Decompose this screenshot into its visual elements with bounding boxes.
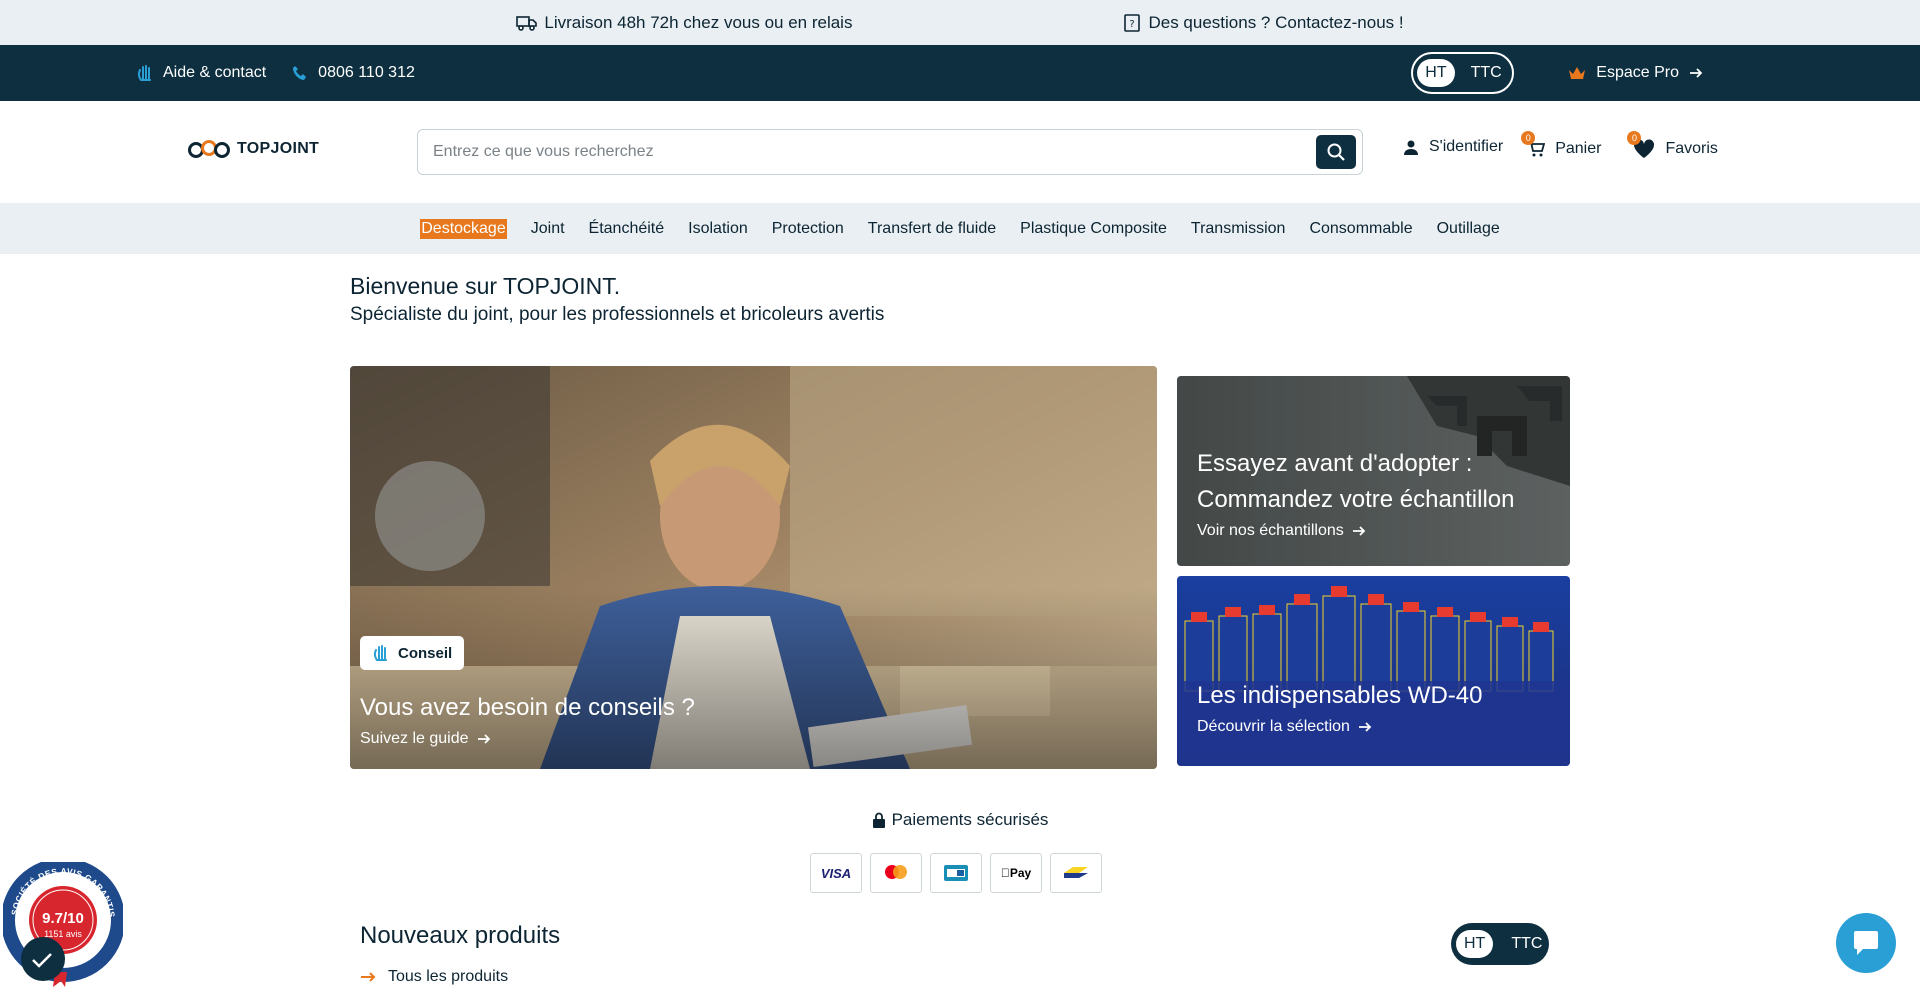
hero-main-link-label: Suivez le guide bbox=[360, 730, 469, 747]
bancontact-icon: bancontact bbox=[1050, 853, 1102, 893]
phone-number: 0806 110 312 bbox=[318, 64, 415, 81]
welcome-subtitle: Spécialiste du joint, pour les professio… bbox=[350, 304, 885, 325]
lock-icon bbox=[872, 812, 885, 828]
tax-ht-option[interactable]: HT bbox=[1417, 59, 1455, 87]
payment-cards: VISA mastercard CB Pay bancontact bbox=[810, 853, 1102, 893]
search-icon bbox=[1327, 143, 1345, 161]
favorites-label: Favoris bbox=[1665, 140, 1718, 157]
main-header: TOPJOINT S'identifier 0 Panier 0 Favoris bbox=[0, 101, 1920, 203]
user-icon bbox=[1404, 140, 1418, 155]
arrow-right-icon bbox=[1690, 68, 1703, 78]
arrow-right-icon bbox=[477, 734, 490, 744]
login-link[interactable]: S'identifier bbox=[1403, 135, 1503, 159]
tax-ttc-option[interactable]: TTC bbox=[1463, 59, 1510, 87]
welcome-section: Bienvenue sur TOPJOINT. Spécialiste du j… bbox=[350, 273, 884, 326]
tax-ttc-option-secondary[interactable]: TTC bbox=[1503, 930, 1550, 958]
logo-rings-icon bbox=[188, 140, 230, 158]
conseil-badge: Conseil bbox=[360, 636, 465, 670]
help-book-icon: ? bbox=[1124, 13, 1141, 32]
sample-promo-title-2: Commandez votre échantillon bbox=[1197, 486, 1515, 513]
arrow-right-icon bbox=[1352, 526, 1366, 536]
new-products-title: Nouveaux produits bbox=[360, 922, 561, 949]
search-input[interactable] bbox=[433, 143, 1316, 161]
tax-toggle-secondary[interactable]: HT TTC bbox=[1451, 923, 1549, 965]
hand-wave-icon bbox=[374, 645, 387, 661]
phone-link[interactable]: 0806 110 312 bbox=[292, 64, 415, 82]
welcome-title: Bienvenue sur TOPJOINT. bbox=[350, 273, 621, 299]
sample-promo-link-label: Voir nos échantillons bbox=[1197, 522, 1344, 539]
nav-item-transmission[interactable]: Transmission bbox=[1191, 220, 1286, 238]
wd40-promo-link[interactable]: Découvrir la sélection bbox=[1197, 718, 1482, 736]
search-bar bbox=[417, 129, 1363, 175]
wd40-promo-text: Les indispensables WD-40 Découvrir la sé… bbox=[1197, 678, 1482, 736]
nav-item-destockage[interactable]: Destockage bbox=[420, 218, 507, 239]
sample-promo-tile[interactable]: Essayez avant d'adopter : Commandez votr… bbox=[1177, 376, 1570, 566]
nav-item-isolation[interactable]: Isolation bbox=[688, 220, 748, 238]
visa-card-icon: VISA bbox=[810, 853, 862, 893]
hero-main-link[interactable]: Suivez le guide bbox=[360, 730, 695, 748]
seal-reviews: 1151 avis bbox=[44, 929, 82, 939]
svg-text:?: ? bbox=[1130, 19, 1135, 30]
questions-info[interactable]: ? Des questions ? Contactez-nous ! bbox=[1122, 12, 1404, 33]
reviews-seal-badge: 9.7/10 1151 avis SOCIÉTÉ DES AVIS GARANT… bbox=[1, 858, 125, 987]
secure-payments: Paiements sécurisés bbox=[0, 810, 1920, 833]
espace-pro-label: Espace Pro bbox=[1596, 64, 1679, 81]
chat-button[interactable] bbox=[1836, 913, 1896, 973]
nav-item-consommable[interactable]: Consommable bbox=[1309, 220, 1412, 238]
hero-main-text: Vous avez besoin de conseils ? Suivez le… bbox=[360, 690, 695, 748]
all-products-link[interactable]: Tous les produits bbox=[360, 968, 508, 986]
wd40-promo-tile[interactable]: Les indispensables WD-40 Découvrir la sé… bbox=[1177, 576, 1570, 766]
apple-pay-icon: Pay bbox=[990, 853, 1042, 893]
cb-card-icon: CB bbox=[930, 853, 982, 893]
help-contact-label: Aide & contact bbox=[163, 64, 267, 81]
reviews-seal[interactable]: 9.7/10 1151 avis SOCIÉTÉ DES AVIS GARANT… bbox=[1, 858, 125, 987]
tax-toggle[interactable]: HT TTC bbox=[1411, 52, 1515, 94]
login-label: S'identifier bbox=[1429, 138, 1504, 155]
crown-icon bbox=[1569, 67, 1586, 79]
hero-main-title: Vous avez besoin de conseils ? bbox=[360, 694, 695, 721]
delivery-info[interactable]: Livraison 48h 72h chez vous ou en relais bbox=[516, 13, 852, 33]
help-contact-link[interactable]: Aide & contact bbox=[137, 64, 266, 82]
all-products-label: Tous les produits bbox=[388, 968, 509, 985]
payments-title: Paiements sécurisés bbox=[891, 810, 1049, 829]
espace-pro-link[interactable]: Espace Pro bbox=[1568, 64, 1703, 82]
header-actions: S'identifier 0 Panier 0 Favoris bbox=[1403, 131, 1718, 159]
nav-item-etancheite[interactable]: Étanchéité bbox=[589, 220, 665, 238]
arrow-right-icon bbox=[1358, 722, 1372, 732]
site-logo[interactable]: TOPJOINT bbox=[187, 139, 319, 159]
chat-bubble-icon bbox=[1854, 931, 1878, 955]
cart-link[interactable]: 0 Panier bbox=[1521, 131, 1602, 159]
nav-item-outillage[interactable]: Outillage bbox=[1437, 220, 1500, 238]
hand-wave-icon bbox=[138, 65, 151, 81]
sample-promo-link[interactable]: Voir nos échantillons bbox=[1197, 522, 1515, 540]
category-nav: Destockage Joint Étanchéité Isolation Pr… bbox=[0, 203, 1920, 254]
sample-promo-title-1: Essayez avant d'adopter : bbox=[1197, 450, 1473, 477]
favorites-link[interactable]: 0 Favoris bbox=[1627, 131, 1718, 159]
questions-text: Des questions ? Contactez-nous ! bbox=[1148, 12, 1404, 32]
arrow-right-icon bbox=[361, 972, 376, 982]
tax-ht-option-secondary[interactable]: HT bbox=[1456, 930, 1494, 958]
nav-item-joint[interactable]: Joint bbox=[531, 220, 565, 238]
wd40-promo-title: Les indispensables WD-40 bbox=[1197, 682, 1483, 709]
top-info-bar: Livraison 48h 72h chez vous ou en relais… bbox=[0, 0, 1920, 45]
nav-item-plastique-composite[interactable]: Plastique Composite bbox=[1020, 220, 1167, 238]
sample-promo-text: Essayez avant d'adopter : Commandez votr… bbox=[1197, 446, 1515, 540]
nav-item-protection[interactable]: Protection bbox=[772, 220, 844, 238]
search-button[interactable] bbox=[1316, 135, 1356, 169]
conseil-badge-label: Conseil bbox=[398, 644, 453, 662]
wd40-promo-link-label: Découvrir la sélection bbox=[1197, 718, 1350, 735]
cart-label: Panier bbox=[1555, 140, 1602, 157]
hero-main-banner[interactable]: Conseil Vous avez besoin de conseils ? S… bbox=[350, 366, 1157, 769]
nav-item-transfert-fluide[interactable]: Transfert de fluide bbox=[868, 220, 996, 238]
delivery-text: Livraison 48h 72h chez vous ou en relais bbox=[544, 12, 853, 32]
wd40-cans-image bbox=[1177, 576, 1570, 766]
logo-text: TOPJOINT bbox=[237, 140, 320, 157]
truck-icon bbox=[516, 15, 538, 31]
phone-icon bbox=[293, 66, 307, 80]
mastercard-icon: mastercard bbox=[870, 853, 922, 893]
seal-score: 9.7/10 bbox=[42, 910, 84, 927]
utility-bar: Aide & contact 0806 110 312 HT TTC Espac… bbox=[0, 45, 1920, 101]
